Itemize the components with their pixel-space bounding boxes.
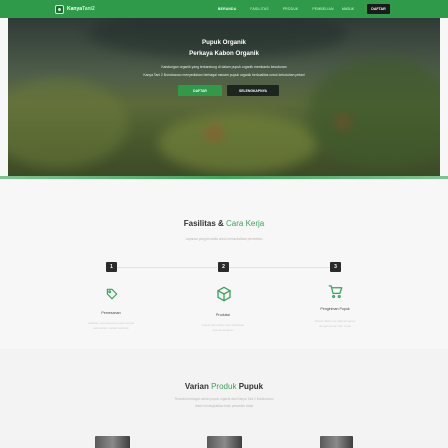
product-image[interactable] bbox=[207, 436, 242, 448]
register-button[interactable]: DAFTAR bbox=[367, 4, 390, 14]
products-subtitle-line1: Tersedia berbagai varian pupuk organik d… bbox=[174, 397, 274, 401]
hero-bg-flower bbox=[208, 128, 220, 138]
feature-label-pemesanan: Pemesanan bbox=[101, 311, 121, 315]
hero-subtitle-line1: Kandungan organik yang terkandung di dal… bbox=[161, 65, 287, 69]
products-title: Varian Produk Pupuk bbox=[184, 382, 264, 391]
login-link[interactable]: MASUK bbox=[342, 7, 354, 11]
features-title: Fasilitas & Cara Kerja bbox=[183, 219, 265, 228]
hero-bg-field bbox=[158, 113, 318, 173]
feature-desc-line: dengan aman dan cepat bbox=[318, 324, 352, 328]
products-subtitle-line2: untuk meningkatkan hasil pertanian Anda bbox=[194, 404, 254, 408]
hero-more-button[interactable]: SELENGKAPNYA bbox=[227, 85, 279, 96]
hero-register-button[interactable]: DAFTAR bbox=[178, 85, 222, 96]
logo-text: KanyaTani2 bbox=[67, 6, 95, 12]
step-connector bbox=[117, 267, 217, 268]
feature-desc-line: kebutuhan melalui website bbox=[93, 326, 129, 330]
box-icon bbox=[216, 286, 232, 302]
nav-item-fasilitas[interactable]: FASILITAS bbox=[250, 7, 268, 11]
product-image[interactable] bbox=[95, 436, 130, 448]
main-menu: BERANDA FASILITAS PRODUK PEMBELIAN bbox=[218, 0, 348, 18]
cart-icon bbox=[327, 283, 343, 299]
products-section: Varian Produk Pupuk Tersedia berbagai va… bbox=[0, 349, 448, 448]
step-connector bbox=[229, 267, 330, 268]
logo[interactable]: KanyaTani2 bbox=[55, 4, 95, 14]
feature-label-produksi: Produksi bbox=[216, 313, 230, 317]
step-1-badge: 1 bbox=[106, 262, 117, 272]
hero-title-line2: Perkaya Kabon Organik bbox=[189, 50, 259, 57]
hero-bg-flower bbox=[338, 118, 348, 127]
step-3-badge: 3 bbox=[330, 262, 341, 272]
nav-item-produk[interactable]: PRODUK bbox=[283, 7, 299, 11]
navbar: KanyaTani2 BERANDA FASILITAS PRODUK PEMB… bbox=[0, 0, 448, 18]
tag-icon bbox=[104, 286, 120, 302]
hero-title-line1: Pupuk Organik bbox=[201, 39, 246, 46]
hero-banner: Pupuk Organik Perkaya Kabon Organik Kand… bbox=[8, 18, 440, 176]
feature-label-pengiriman: Pengiriman Pupuk bbox=[320, 307, 350, 311]
step-2-badge: 2 bbox=[218, 262, 229, 272]
product-image[interactable] bbox=[320, 436, 353, 448]
hero-subtitle-line2: Kanya Tani 2 Bondowoso menyediakan berba… bbox=[143, 73, 305, 77]
features-subtitle: Layanan yang tersedia untuk memudahkan p… bbox=[185, 237, 263, 241]
hero-bg-field bbox=[8, 78, 128, 168]
leaf-logo-icon bbox=[55, 4, 64, 14]
feature-desc-line: sesuai pesanan bbox=[212, 328, 234, 332]
nav-item-pembelian[interactable]: PEMBELIAN bbox=[312, 7, 333, 11]
nav-item-beranda[interactable]: BERANDA bbox=[218, 7, 236, 11]
features-section: Fasilitas & Cara Kerja Layanan yang ters… bbox=[0, 179, 448, 349]
